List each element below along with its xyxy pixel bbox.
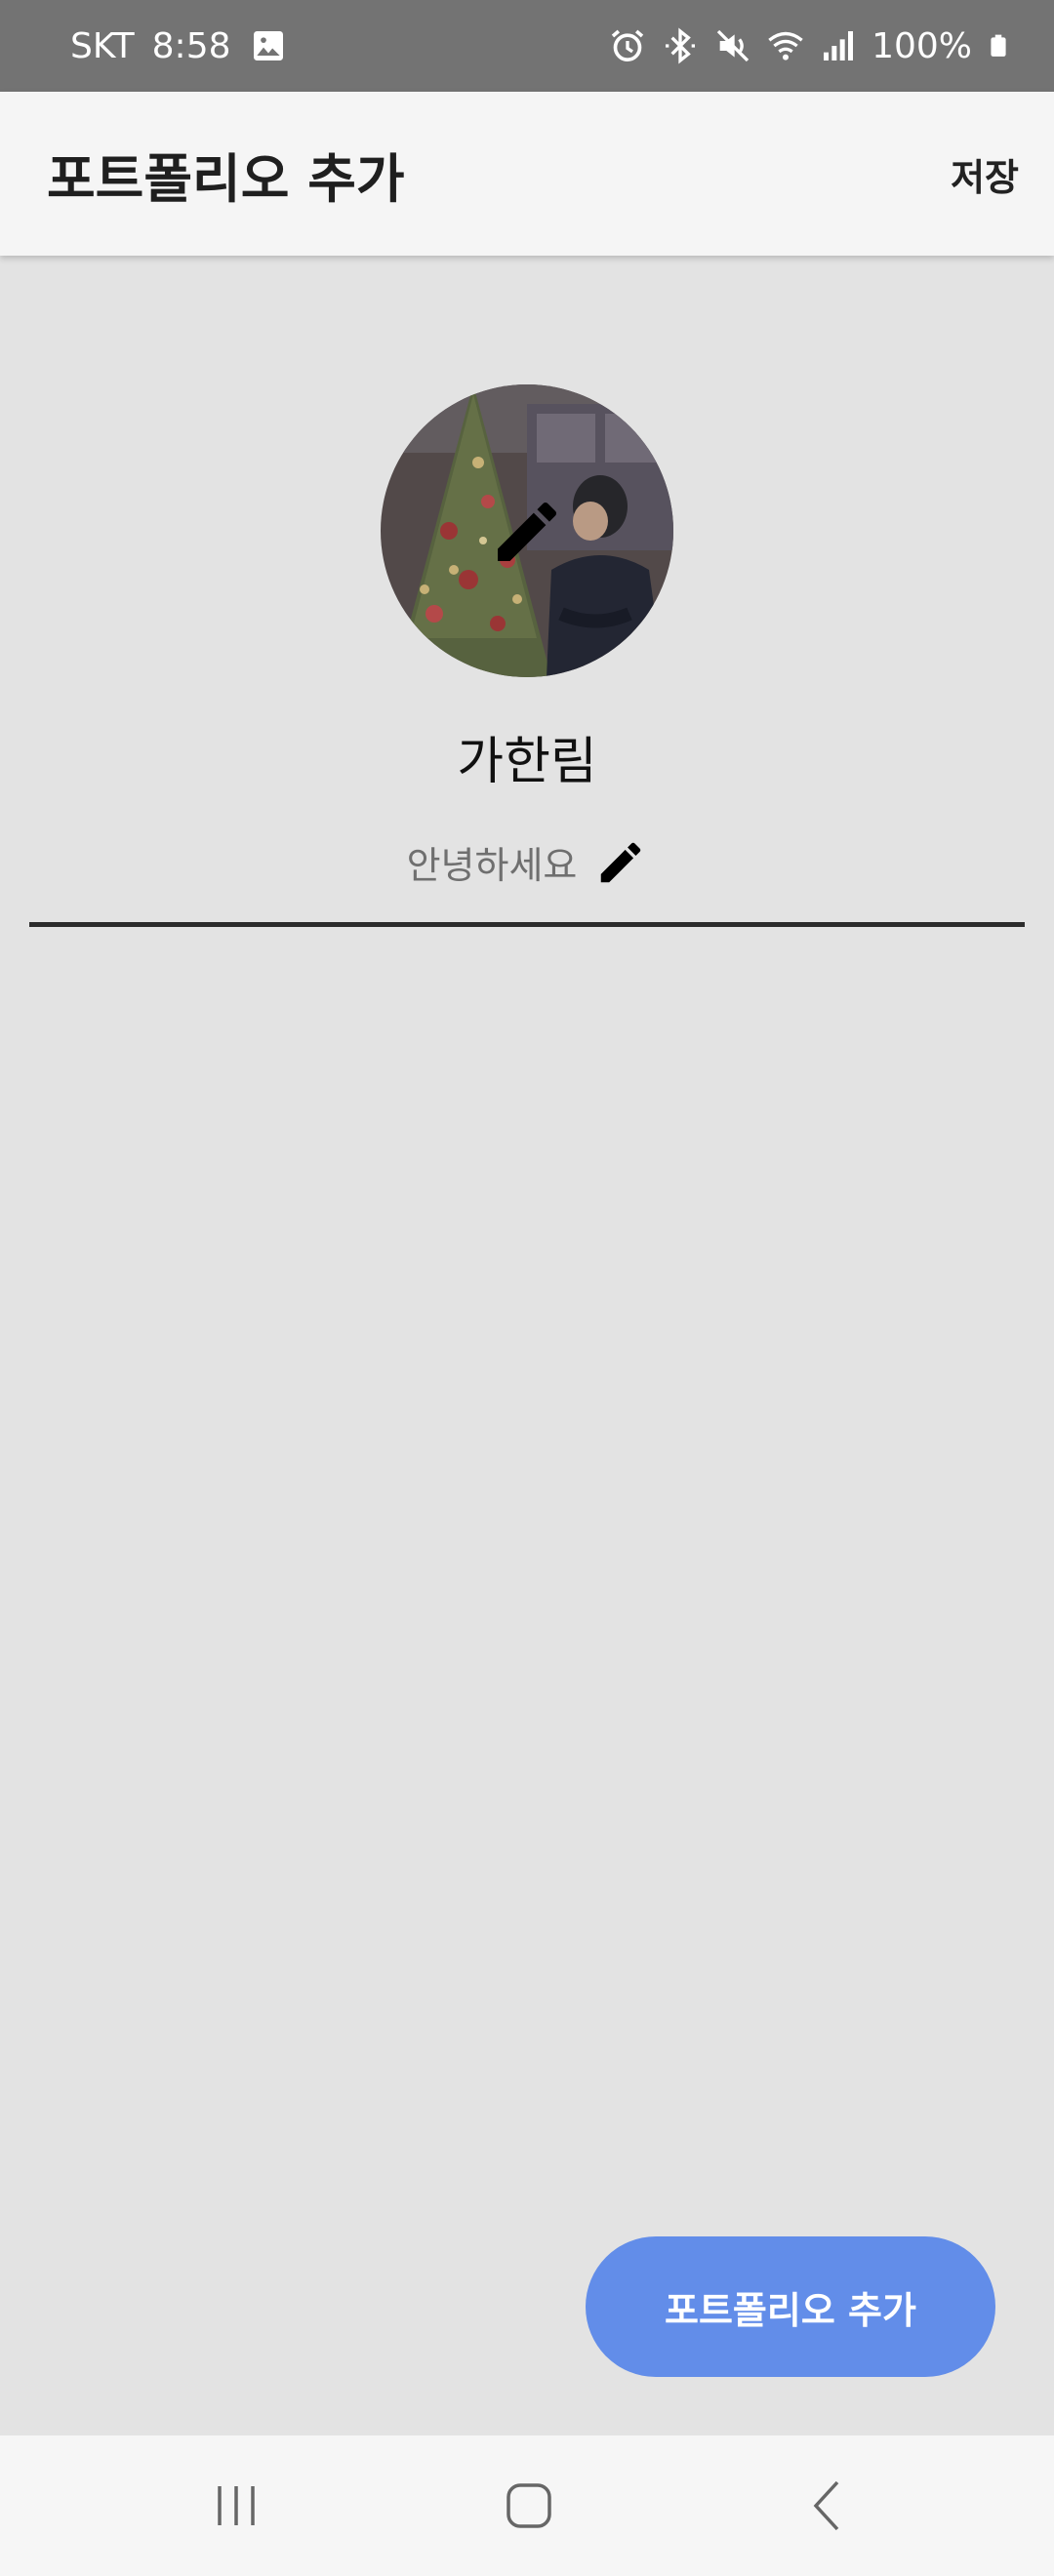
- home-icon: [507, 2483, 551, 2528]
- mute-icon: [716, 29, 750, 62]
- recent-apps-button[interactable]: [139, 2435, 334, 2576]
- recent-apps-icon: [218, 2486, 255, 2525]
- clock: 8:58: [151, 25, 231, 66]
- alarm-icon: [611, 29, 644, 62]
- status-bar: SKT 8:58 100%: [0, 0, 1054, 92]
- status-right: 100%: [608, 26, 1011, 66]
- page-title: 포트폴리오 추가: [47, 147, 405, 210]
- battery-icon: [991, 34, 1006, 57]
- gallery-icon: [253, 31, 283, 60]
- app-bar: 포트폴리오 추가 저장: [0, 92, 1054, 256]
- bio-row: 안녕하세요: [0, 835, 1054, 889]
- wifi-icon: [768, 31, 803, 60]
- avatar-edit-icon[interactable]: [488, 493, 566, 571]
- bio-text: 안녕하세요: [406, 844, 578, 887]
- home-button[interactable]: [431, 2435, 627, 2576]
- back-button[interactable]: [730, 2435, 925, 2576]
- save-button[interactable]: 저장: [951, 147, 1019, 201]
- add-portfolio-button[interactable]: 포트폴리오 추가: [586, 2236, 995, 2377]
- status-left: SKT 8:58: [70, 26, 288, 66]
- carrier-label: SKT: [70, 25, 135, 66]
- bio-edit-icon[interactable]: [594, 836, 647, 889]
- navigation-bar: [0, 2435, 1054, 2576]
- back-icon: [813, 2480, 839, 2531]
- signal-icon: [824, 31, 854, 60]
- battery-percent: 100%: [872, 25, 972, 66]
- divider: [29, 922, 1025, 927]
- profile-name: 가한림: [457, 733, 597, 791]
- bluetooth-icon: [666, 27, 696, 64]
